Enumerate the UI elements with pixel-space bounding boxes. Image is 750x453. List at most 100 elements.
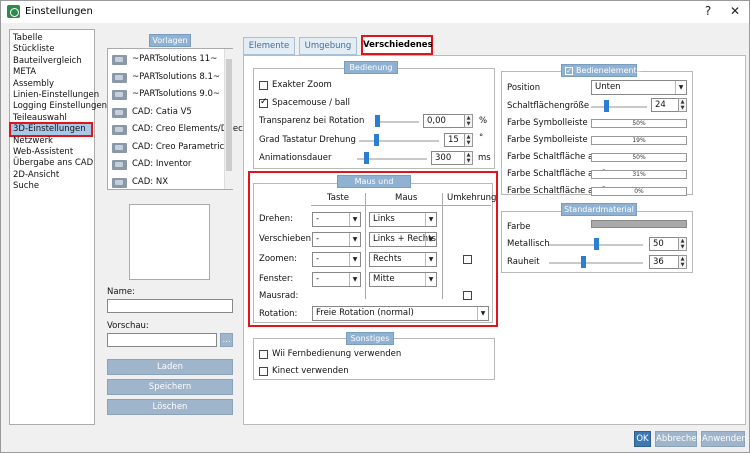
preview-image (129, 204, 210, 280)
groesse-input[interactable]: 24 (651, 98, 679, 112)
rauheit-slider[interactable] (549, 262, 643, 264)
wii-label: Wii Fernbedienung verwenden (272, 349, 402, 359)
maus-select[interactable]: Mitte ▼ (369, 272, 437, 287)
rauheit-slider-thumb[interactable] (581, 256, 587, 268)
transparenz-slider[interactable] (375, 121, 419, 123)
tab-verschiedenes[interactable]: Verschiedenes (361, 35, 433, 55)
sidebar-item[interactable]: Logging Einstellungen (13, 101, 107, 112)
help-button[interactable]: ? (698, 4, 718, 18)
sidebar-item[interactable]: 2D-Ansicht (13, 170, 59, 181)
kinect-checkbox[interactable] (259, 367, 268, 376)
bedien-color-bar[interactable]: 50% (591, 119, 687, 128)
vorlagen-item[interactable]: CAD: Catia V5 (110, 106, 222, 120)
grad-label: Grad Tastatur Drehung (259, 135, 356, 145)
settings-window: Einstellungen ? ✕ Tabelle Stückliste Baute… (0, 0, 750, 453)
vorschau-input[interactable] (107, 333, 217, 347)
ok-button[interactable]: OK (634, 431, 651, 447)
rotation-select[interactable]: Freie Rotation (normal) ▼ (312, 306, 489, 321)
cad-template-icon (112, 177, 127, 188)
metallisch-slider-thumb[interactable] (593, 238, 599, 250)
close-button[interactable]: ✕ (725, 4, 745, 18)
transparenz-input[interactable]: 0,00 (423, 114, 469, 128)
maus-select[interactable]: Links + Rechts ▼ (369, 232, 437, 247)
bedienung-title: Bedienung (344, 61, 398, 74)
vorlagen-item[interactable]: CAD: Inventor (110, 158, 222, 172)
bedien-color-bar[interactable]: 0% (591, 187, 687, 196)
sidebar-item[interactable]: 3D-Einstellungen (9, 122, 93, 138)
tab-umgebung[interactable]: Umgebung (299, 37, 357, 55)
vorlagen-item[interactable]: ~PARTsolutions 8.1~ (110, 71, 222, 85)
cad-template-icon (112, 160, 127, 170)
vorlagen-title: Vorlagen (149, 34, 191, 47)
sidebar-item[interactable]: Stückliste (13, 44, 54, 55)
wii-checkbox[interactable] (259, 350, 268, 359)
bedien-color-bar[interactable]: 31% (591, 170, 687, 179)
sidebar-item[interactable]: Netzwerk (13, 136, 53, 147)
transparenz-slider-thumb[interactable] (375, 115, 380, 127)
scrollbar-thumb[interactable] (226, 59, 232, 171)
vorlagen-item[interactable]: CAD: NX (110, 176, 222, 190)
name-label: Name: (107, 287, 135, 297)
maus-select[interactable]: Rechts ▼ (369, 252, 437, 267)
kinect-label: Kinect verwenden (272, 366, 349, 376)
grad-spin[interactable]: ▲ ▼ (464, 133, 473, 147)
name-input[interactable] (107, 299, 233, 313)
groesse-slider-thumb[interactable] (603, 100, 609, 112)
rauheit-label: Rauheit (507, 257, 540, 267)
laden-button[interactable]: Laden (107, 359, 233, 375)
anim-slider-thumb[interactable] (363, 152, 369, 164)
chevron-down-icon: ▼ (425, 213, 436, 226)
bedien-color-bar[interactable]: 19% (591, 136, 687, 145)
spacemouse-checkbox[interactable] (259, 97, 268, 108)
taste-select[interactable]: - ▼ (312, 212, 361, 227)
sidebar-item[interactable]: Tabelle (13, 33, 43, 44)
maus-value: Mitte (373, 274, 395, 284)
transparenz-spin[interactable]: ▲ ▼ (464, 114, 473, 128)
abbrechen-button[interactable]: Abbrechen (655, 431, 702, 447)
bedienelemente-checkbox[interactable]: ✓ (565, 67, 573, 75)
chevron-down-icon: ▼ (349, 213, 360, 226)
sidebar-item[interactable]: Bauteilvergleich (13, 56, 82, 67)
groesse-slider[interactable] (591, 106, 647, 108)
exakter-zoom-checkbox[interactable] (259, 81, 268, 90)
anwenden-button[interactable]: Anwenden (701, 431, 747, 447)
grad-slider-thumb[interactable] (374, 134, 379, 146)
vorlagen-item-label: CAD: Catia V5 (132, 106, 192, 117)
farbe-swatch[interactable] (591, 220, 687, 228)
metallisch-input[interactable]: 50 (649, 237, 679, 251)
loeschen-button[interactable]: Löschen (107, 399, 233, 415)
vorlagen-item[interactable]: ~PARTsolutions 9.0~ (110, 88, 222, 102)
grad-slider[interactable] (359, 140, 439, 142)
taste-select[interactable]: - ▼ (312, 272, 361, 287)
vorlagen-item[interactable]: ~PARTsolutions 11~ (110, 53, 222, 67)
maus-select[interactable]: Links ▼ (369, 212, 437, 227)
speichern-button[interactable]: Speichern (107, 379, 233, 395)
browse-button[interactable]: ... (220, 333, 233, 347)
sidebar-item[interactable]: META (13, 67, 36, 78)
col-umkehrung: Umkehrung (447, 193, 497, 203)
groesse-spin[interactable]: ▲ ▼ (678, 98, 687, 112)
position-select[interactable]: Unten ▼ (591, 80, 687, 95)
taste-value: - (316, 234, 320, 244)
chevron-down-icon: ▼ (425, 233, 436, 246)
anim-spin[interactable]: ▲ ▼ (464, 151, 473, 165)
mausrad-umkehrung-checkbox[interactable] (463, 291, 472, 300)
sidebar-item[interactable]: Assembly (13, 79, 54, 90)
tab-elemente[interactable]: Elemente (243, 37, 295, 55)
zoomen-umkehrung-checkbox[interactable] (463, 255, 472, 264)
metallisch-spin[interactable]: ▲ ▼ (678, 237, 687, 251)
sidebar-item[interactable]: Linien-Einstellungen (13, 90, 99, 101)
taste-select[interactable]: - ▼ (312, 232, 361, 247)
sidebar-item[interactable]: Teileauswahl (13, 113, 67, 124)
sidebar-item[interactable]: Übergabe ans CAD (13, 158, 93, 169)
sidebar-item[interactable]: Web-Assistent (13, 147, 73, 158)
sidebar-item[interactable]: Suche (13, 181, 39, 192)
taste-select[interactable]: - ▼ (312, 252, 361, 267)
bedien-color-bar[interactable]: 50% (591, 153, 687, 162)
rauheit-input[interactable]: 36 (649, 255, 679, 269)
position-value: Unten (595, 82, 621, 92)
vorlagen-scrollbar[interactable] (224, 49, 233, 189)
vorlagen-item[interactable]: CAD: Creo Elements/Direc (110, 123, 243, 137)
rauheit-spin[interactable]: ▲ ▼ (678, 255, 687, 269)
vorlagen-item[interactable]: CAD: Creo Parametric (110, 141, 224, 155)
